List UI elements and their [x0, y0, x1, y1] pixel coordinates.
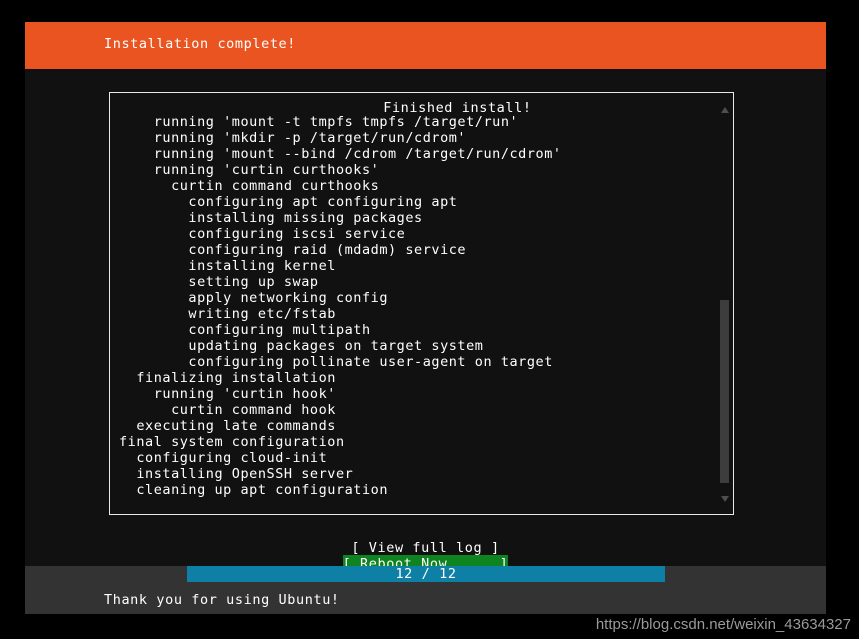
- log-line: installing missing packages: [119, 210, 423, 226]
- screen: Installation complete! Finished install!…: [0, 0, 859, 639]
- log-line: running 'mkdir -p /target/run/cdrom': [119, 130, 467, 146]
- log-line: final system configuration: [119, 434, 345, 450]
- progress-bar-label: 12 / 12: [395, 566, 457, 582]
- log-line: executing late commands: [119, 418, 336, 434]
- log-line: configuring apt configuring apt: [119, 194, 458, 210]
- view-full-log-button[interactable]: [ View full log ]: [25, 540, 826, 556]
- log-line: curtin command hook: [119, 402, 336, 418]
- installer-terminal: Installation complete! Finished install!…: [25, 22, 826, 614]
- log-line: running 'mount --bind /cdrom /target/run…: [119, 146, 562, 162]
- log-line: installing OpenSSH server: [119, 466, 354, 482]
- page-title: Installation complete!: [104, 36, 297, 52]
- installer-header-bar: Installation complete!: [25, 22, 826, 69]
- scrollbar-thumb[interactable]: [720, 300, 729, 483]
- install-log-panel: Finished install! running 'mount -t tmpf…: [109, 92, 734, 515]
- footer-bar: 12 / 12 Thank you for using Ubuntu!: [25, 566, 826, 614]
- log-line: running 'curtin curthooks': [119, 162, 380, 178]
- log-scrollbar[interactable]: [720, 95, 731, 512]
- log-line: configuring cloud-init: [119, 450, 328, 466]
- view-full-log-button-label: [ View full log ]: [351, 540, 500, 556]
- log-line: running 'curtin hook': [119, 386, 336, 402]
- log-line: writing etc/fstab: [119, 306, 336, 322]
- log-line: configuring raid (mdadm) service: [119, 242, 467, 258]
- log-line: configuring iscsi service: [119, 226, 406, 242]
- progress-bar: 12 / 12: [25, 566, 826, 582]
- watermark: https://blog.csdn.net/weixin_43634327: [595, 616, 851, 633]
- log-line: running 'mount -t tmpfs tmpfs /target/ru…: [119, 114, 519, 130]
- log-line: curtin command curthooks: [119, 178, 380, 194]
- install-log-lines: running 'mount -t tmpfs tmpfs /target/ru…: [119, 114, 709, 498]
- log-line: cleaning up apt configuration: [119, 482, 389, 498]
- log-line: setting up swap: [119, 274, 319, 290]
- log-line: updating packages on target system: [119, 338, 484, 354]
- log-line: installing kernel: [119, 258, 336, 274]
- log-line: configuring pollinate user-agent on targ…: [119, 354, 553, 370]
- log-line: apply networking config: [119, 290, 389, 306]
- scroll-up-arrow-icon[interactable]: [721, 107, 729, 113]
- footer-message: Thank you for using Ubuntu!: [104, 592, 340, 608]
- log-line: configuring multipath: [119, 322, 371, 338]
- log-line: finalizing installation: [119, 370, 336, 386]
- scroll-down-arrow-icon[interactable]: [721, 496, 729, 502]
